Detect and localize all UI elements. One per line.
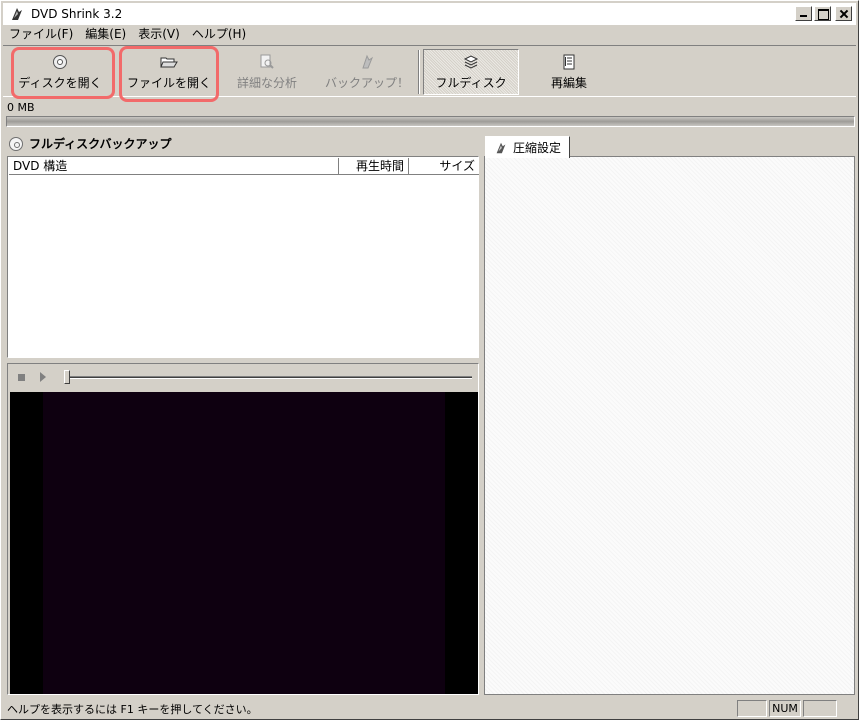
compression-settings-panel bbox=[484, 156, 855, 695]
re-author-icon bbox=[560, 53, 578, 71]
analyze-icon bbox=[258, 53, 276, 71]
dvd-structure-list[interactable]: DVD 構造 再生時間 サイズ bbox=[7, 156, 479, 358]
video-preview bbox=[10, 392, 478, 694]
dvd-shrink-app-icon bbox=[12, 8, 22, 20]
player-controls bbox=[8, 364, 478, 390]
size-label: 0 MB bbox=[7, 101, 35, 114]
open-files-button[interactable]: ファイルを開く bbox=[119, 49, 219, 95]
toolbar-separator bbox=[418, 50, 420, 94]
menu-bar: ファイル(F) 編集(E) 表示(V) ヘルプ(H) bbox=[3, 25, 252, 43]
menu-edit[interactable]: 編集(E) bbox=[79, 25, 132, 43]
list-header: DVD 構造 再生時間 サイズ bbox=[9, 158, 479, 175]
window-title: DVD Shrink 3.2 bbox=[31, 7, 123, 21]
video-frame bbox=[43, 392, 445, 694]
toolbar: ディスクを開く ファイルを開く 詳細な分析 バックアップ！ フルディスク 再編集 bbox=[3, 45, 856, 102]
compression-icon bbox=[494, 141, 508, 155]
status-indicator-num: NUM bbox=[769, 700, 801, 717]
status-indicator-scroll bbox=[803, 700, 837, 717]
play-icon[interactable] bbox=[40, 372, 46, 382]
full-disc-button[interactable]: フルディスク bbox=[423, 49, 519, 95]
app-window: DVD Shrink 3.2 ファイル(F) 編集(E) 表示(V) ヘルプ(H… bbox=[0, 0, 859, 720]
folder-open-icon bbox=[160, 53, 178, 71]
maximize-button[interactable] bbox=[814, 6, 831, 21]
column-header-size[interactable]: サイズ bbox=[409, 158, 479, 175]
re-author-label: 再編集 bbox=[550, 76, 587, 90]
re-analyze-label: 詳細な分析 bbox=[236, 76, 297, 90]
backup-panel-title-text: フルディスクバックアップ bbox=[29, 137, 172, 151]
status-bar: ヘルプを表示するには F1 キーを押してください。 NUM bbox=[3, 698, 856, 718]
backup-panel-title: フルディスクバックアップ bbox=[9, 135, 172, 152]
open-disc-label: ディスクを開く bbox=[18, 76, 102, 90]
status-text: ヘルプを表示するには F1 キーを押してください。 bbox=[7, 703, 258, 716]
full-disc-icon bbox=[462, 53, 480, 71]
column-header-dvd-structure[interactable]: DVD 構造 bbox=[9, 158, 339, 175]
disc-icon bbox=[51, 53, 69, 71]
backup-label: バックアップ！ bbox=[324, 76, 409, 90]
menu-help[interactable]: ヘルプ(H) bbox=[186, 25, 252, 43]
status-indicator-caps bbox=[737, 700, 767, 717]
title-bar[interactable]: DVD Shrink 3.2 bbox=[3, 3, 856, 25]
re-author-button[interactable]: 再編集 bbox=[527, 49, 611, 95]
full-disc-label: フルディスク bbox=[435, 76, 507, 90]
menu-file[interactable]: ファイル(F) bbox=[3, 25, 79, 43]
open-disc-button[interactable]: ディスクを開く bbox=[11, 49, 109, 95]
size-progress-bar bbox=[6, 116, 855, 127]
stop-icon[interactable] bbox=[18, 374, 25, 381]
tab-label: 圧縮設定 bbox=[513, 141, 562, 155]
re-analyze-button[interactable]: 詳細な分析 bbox=[229, 49, 305, 95]
open-files-label: ファイルを開く bbox=[126, 76, 211, 90]
seek-track[interactable] bbox=[64, 376, 472, 379]
backup-button[interactable]: バックアップ！ bbox=[319, 49, 415, 95]
tab-compression-settings[interactable]: 圧縮設定 bbox=[485, 136, 571, 158]
menu-view[interactable]: 表示(V) bbox=[132, 25, 186, 43]
seek-slider-thumb[interactable] bbox=[64, 370, 70, 384]
backup-icon bbox=[358, 53, 376, 71]
disc-icon bbox=[9, 136, 23, 151]
close-button[interactable] bbox=[835, 6, 852, 21]
column-header-duration[interactable]: 再生時間 bbox=[339, 158, 409, 175]
preview-player bbox=[7, 363, 479, 695]
minimize-button[interactable] bbox=[795, 6, 812, 21]
